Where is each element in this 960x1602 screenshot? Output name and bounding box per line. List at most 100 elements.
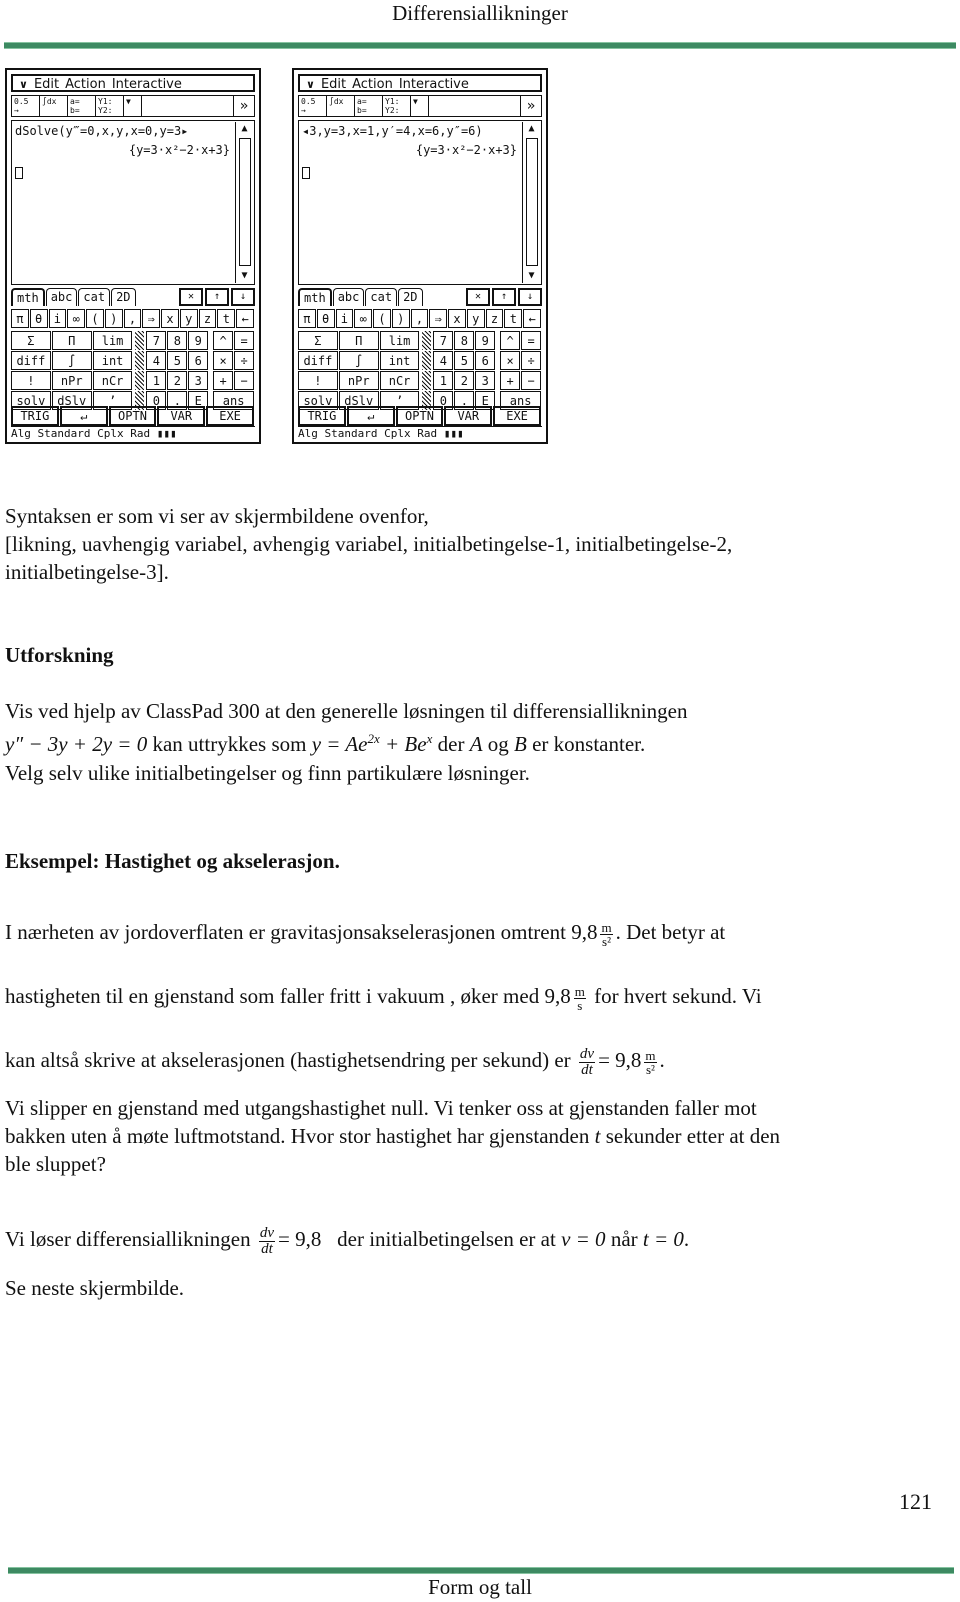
key-symbol[interactable]: ∞ bbox=[354, 309, 373, 328]
key-func[interactable]: ∫ bbox=[338, 351, 379, 370]
key-symbol[interactable]: ⇒ bbox=[429, 309, 448, 328]
menu-item-action[interactable]: Action bbox=[65, 77, 106, 92]
key-func[interactable]: lim bbox=[379, 331, 420, 350]
key-func[interactable]: diff bbox=[298, 351, 338, 370]
key-symbol[interactable]: π bbox=[298, 309, 316, 328]
key-num[interactable]: 5 bbox=[454, 351, 475, 370]
key-func[interactable]: lim bbox=[92, 331, 133, 350]
key-func[interactable]: nCr bbox=[379, 371, 420, 390]
key-num[interactable]: 3 bbox=[188, 371, 209, 390]
key-symbol[interactable]: ) bbox=[104, 309, 123, 328]
key-var[interactable]: VAR bbox=[444, 406, 493, 426]
key-op[interactable]: ÷ bbox=[234, 351, 255, 370]
scroll-up-icon[interactable]: ▲ bbox=[236, 122, 253, 136]
key-op[interactable]: ^ bbox=[500, 331, 521, 350]
key-symbol[interactable]: ← bbox=[523, 309, 541, 328]
key-func[interactable]: nPr bbox=[51, 371, 92, 390]
key-func[interactable]: ∫ bbox=[51, 351, 92, 370]
key-symbol[interactable]: t bbox=[504, 309, 523, 328]
key-back[interactable]: ↵ bbox=[59, 406, 108, 426]
key-func[interactable]: int bbox=[379, 351, 420, 370]
down-arrow-icon[interactable]: ↓ bbox=[231, 288, 255, 306]
key-op[interactable]: = bbox=[521, 331, 542, 350]
input-expression[interactable]: dSolve(y‴=0,x,y,x=0,y=3▸ bbox=[15, 124, 188, 138]
work-area[interactable]: dSolve(y‴=0,x,y,x=0,y=3▸ {y=3·x²−2·x+3} ▲ ▼ bbox=[11, 120, 255, 285]
key-symbol[interactable]: i bbox=[48, 309, 67, 328]
key-func[interactable]: nCr bbox=[92, 371, 133, 390]
tab-2d[interactable]: 2D bbox=[111, 288, 136, 306]
key-symbol[interactable]: , bbox=[123, 309, 142, 328]
down-arrow-icon[interactable]: ↓ bbox=[518, 288, 542, 306]
key-optn[interactable]: OPTN bbox=[395, 406, 444, 426]
input-cursor[interactable] bbox=[15, 167, 23, 179]
key-num[interactable]: 8 bbox=[167, 331, 188, 350]
key-num[interactable]: 7 bbox=[146, 331, 167, 350]
menu-item-interactive[interactable]: Interactive bbox=[399, 77, 469, 92]
menu-chevron-icon[interactable]: ∨ bbox=[306, 78, 315, 91]
assign-button[interactable]: a= b= bbox=[68, 96, 96, 116]
key-symbol[interactable]: z bbox=[485, 309, 504, 328]
scroll-down-icon[interactable]: ▼ bbox=[236, 269, 253, 283]
key-op[interactable]: = bbox=[234, 331, 255, 350]
scroll-down-icon[interactable]: ▼ bbox=[523, 269, 540, 283]
key-func[interactable]: Π bbox=[51, 331, 92, 350]
tab-cat[interactable]: cat bbox=[365, 288, 398, 306]
integral-button[interactable]: ∫dx bbox=[327, 96, 355, 116]
tab-cat[interactable]: cat bbox=[78, 288, 111, 306]
key-func[interactable]: nPr bbox=[338, 371, 379, 390]
key-num[interactable]: 2 bbox=[454, 371, 475, 390]
toolbar-more-icon[interactable]: » bbox=[521, 96, 541, 116]
key-exe[interactable]: EXE bbox=[493, 406, 541, 426]
key-exe[interactable]: EXE bbox=[206, 406, 254, 426]
key-symbol[interactable]: ← bbox=[236, 309, 254, 328]
input-cursor[interactable] bbox=[302, 167, 310, 179]
key-symbol[interactable]: x bbox=[448, 309, 466, 328]
graph-func-button[interactable]: Y1: Y2: bbox=[96, 96, 124, 116]
key-symbol[interactable]: t bbox=[217, 309, 236, 328]
assign-button[interactable]: a= b= bbox=[355, 96, 383, 116]
fraction-toggle-button[interactable]: 0.5 → 1/2 bbox=[299, 96, 327, 116]
key-num[interactable]: 1 bbox=[433, 371, 454, 390]
key-symbol[interactable]: ∞ bbox=[67, 309, 86, 328]
key-num[interactable]: 3 bbox=[475, 371, 496, 390]
key-symbol[interactable]: z bbox=[198, 309, 217, 328]
key-op[interactable]: + bbox=[500, 371, 521, 390]
key-num[interactable]: 6 bbox=[188, 351, 209, 370]
key-num[interactable]: 7 bbox=[433, 331, 454, 350]
key-num[interactable]: 4 bbox=[146, 351, 167, 370]
key-func[interactable]: int bbox=[92, 351, 133, 370]
graph-func-button[interactable]: Y1: Y2: bbox=[383, 96, 411, 116]
toolbar-more-icon[interactable]: » bbox=[234, 96, 254, 116]
key-num[interactable]: 2 bbox=[167, 371, 188, 390]
key-func[interactable]: Π bbox=[338, 331, 379, 350]
scrollbar[interactable]: ▲ ▼ bbox=[235, 122, 253, 283]
tab-2d[interactable]: 2D bbox=[398, 288, 423, 306]
key-symbol[interactable]: y bbox=[179, 309, 198, 328]
key-num[interactable]: 8 bbox=[454, 331, 475, 350]
close-icon[interactable]: ✕ bbox=[466, 288, 490, 306]
key-optn[interactable]: OPTN bbox=[108, 406, 157, 426]
key-func[interactable]: Σ bbox=[11, 331, 51, 350]
key-trig[interactable]: TRIG bbox=[11, 406, 59, 426]
key-symbol[interactable]: , bbox=[410, 309, 429, 328]
key-op[interactable]: ÷ bbox=[521, 351, 542, 370]
menu-chevron-icon[interactable]: ∨ bbox=[19, 78, 28, 91]
key-back[interactable]: ↵ bbox=[346, 406, 395, 426]
key-num[interactable]: 9 bbox=[188, 331, 209, 350]
dropdown-arrow-icon[interactable]: ▼ bbox=[411, 96, 429, 116]
key-num[interactable]: 1 bbox=[146, 371, 167, 390]
key-op[interactable]: + bbox=[213, 371, 234, 390]
key-symbol[interactable]: π bbox=[11, 309, 29, 328]
key-func[interactable]: ! bbox=[298, 371, 338, 390]
scroll-thumb[interactable] bbox=[526, 138, 538, 266]
key-trig[interactable]: TRIG bbox=[298, 406, 346, 426]
key-symbol[interactable]: ( bbox=[86, 309, 104, 328]
key-var[interactable]: VAR bbox=[157, 406, 206, 426]
menu-item-action[interactable]: Action bbox=[352, 77, 393, 92]
menu-item-edit[interactable]: Edit bbox=[321, 77, 346, 92]
tab-mth[interactable]: mth bbox=[11, 288, 45, 306]
key-op[interactable]: − bbox=[234, 371, 255, 390]
tab-abc[interactable]: abc bbox=[45, 288, 78, 306]
key-symbol[interactable]: θ bbox=[29, 309, 48, 328]
input-expression[interactable]: ◂3,y=3,x=1,y′=4,x=6,y″=6) bbox=[302, 124, 483, 138]
